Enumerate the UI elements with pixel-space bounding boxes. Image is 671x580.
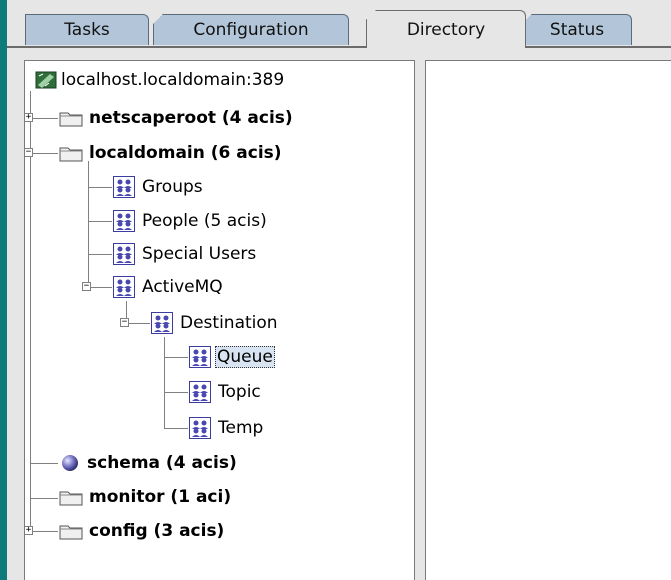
schema-label: schema (4 acis) bbox=[87, 453, 237, 473]
tree-node-config[interactable]: config (3 acis) bbox=[59, 516, 224, 546]
expand-netscaperoot-toggle[interactable]: + bbox=[25, 113, 33, 122]
folder-icon bbox=[59, 525, 83, 540]
detail-pane bbox=[425, 60, 671, 580]
tab-status-label: Status bbox=[549, 20, 605, 40]
directory-tree: + − − − + localhost.localdomain:389 nets… bbox=[25, 61, 414, 580]
tab-bar: Tasks Configuration Directory Status bbox=[7, 0, 671, 48]
group-icon bbox=[113, 210, 135, 232]
destination-label: Destination bbox=[180, 313, 278, 333]
topic-label: Topic bbox=[218, 382, 261, 402]
group-icon bbox=[189, 381, 211, 403]
tree-node-root[interactable]: localhost.localdomain:389 bbox=[35, 65, 284, 95]
tree-node-special-users[interactable]: Special Users bbox=[113, 239, 256, 269]
tree-node-activemq[interactable]: ActiveMQ bbox=[113, 272, 223, 302]
netscaperoot-label: netscaperoot (4 acis) bbox=[89, 108, 293, 128]
split-divider[interactable] bbox=[415, 60, 425, 580]
folder-icon bbox=[59, 491, 83, 506]
tab-configuration-label: Configuration bbox=[193, 20, 309, 40]
tab-directory-label: Directory bbox=[406, 19, 486, 40]
tree-node-schema[interactable]: schema (4 acis) bbox=[59, 448, 237, 478]
group-icon bbox=[113, 243, 135, 265]
tab-configuration[interactable]: Configuration bbox=[153, 14, 349, 45]
tree-node-people[interactable]: People (5 acis) bbox=[113, 206, 267, 236]
group-icon bbox=[189, 346, 211, 368]
tab-directory[interactable]: Directory bbox=[366, 10, 526, 48]
group-icon bbox=[151, 312, 173, 334]
folder-icon bbox=[59, 112, 83, 127]
group-icon bbox=[113, 176, 135, 198]
config-label: config (3 acis) bbox=[89, 521, 225, 541]
localdomain-label: localdomain (6 acis) bbox=[89, 143, 282, 163]
group-icon bbox=[113, 276, 135, 298]
activemq-label: ActiveMQ bbox=[142, 277, 223, 297]
tab-tasks[interactable]: Tasks bbox=[25, 14, 149, 45]
schema-sphere-icon bbox=[62, 455, 78, 471]
folder-icon bbox=[59, 147, 83, 162]
server-icon bbox=[35, 71, 57, 89]
tab-divider bbox=[7, 46, 671, 48]
queue-label: Queue bbox=[215, 346, 275, 368]
temp-label: Temp bbox=[218, 418, 264, 438]
tree-node-netscaperoot[interactable]: netscaperoot (4 acis) bbox=[59, 103, 293, 133]
collapse-activemq-toggle[interactable]: − bbox=[82, 282, 91, 291]
tree-node-queue[interactable]: Queue bbox=[189, 342, 275, 372]
collapse-localdomain-toggle[interactable]: − bbox=[25, 148, 33, 157]
tree-node-temp[interactable]: Temp bbox=[189, 413, 263, 443]
tree-node-monitor[interactable]: monitor (1 aci) bbox=[59, 482, 231, 512]
people-label: People (5 acis) bbox=[142, 211, 267, 231]
special-users-label: Special Users bbox=[142, 244, 257, 264]
directory-tree-pane[interactable]: + − − − + localhost.localdomain:389 nets… bbox=[24, 60, 415, 580]
expand-config-toggle[interactable]: + bbox=[25, 526, 33, 535]
tree-node-groups[interactable]: Groups bbox=[113, 172, 203, 202]
collapse-destination-toggle[interactable]: − bbox=[120, 318, 129, 327]
tab-tasks-label: Tasks bbox=[64, 20, 110, 40]
monitor-label: monitor (1 aci) bbox=[89, 487, 232, 507]
tree-node-localdomain[interactable]: localdomain (6 acis) bbox=[59, 138, 282, 168]
root-label: localhost.localdomain:389 bbox=[61, 70, 285, 90]
groups-label: Groups bbox=[142, 177, 203, 197]
tree-node-destination[interactable]: Destination bbox=[151, 308, 278, 338]
group-icon bbox=[189, 417, 211, 439]
tab-status[interactable]: Status bbox=[522, 14, 632, 45]
tree-node-topic[interactable]: Topic bbox=[189, 377, 261, 407]
